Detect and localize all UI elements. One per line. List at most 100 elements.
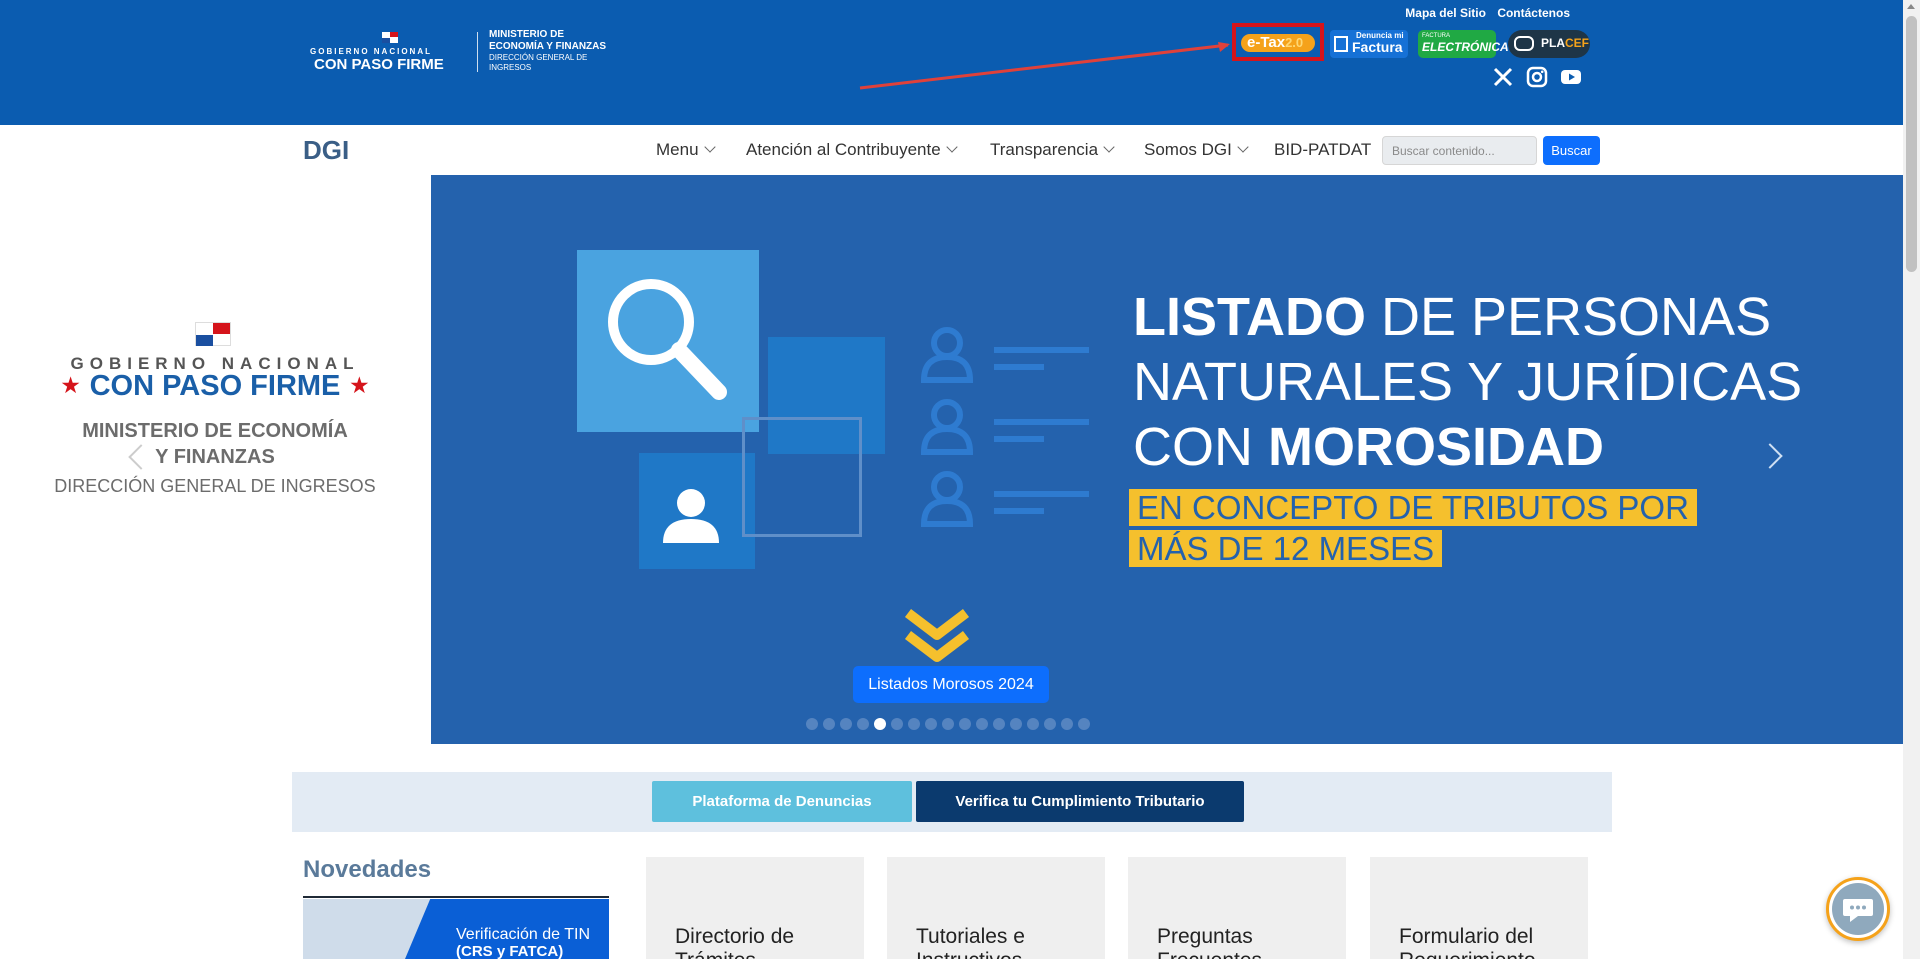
placef-label-b: CEF xyxy=(1565,36,1589,50)
nav-item-transparencia[interactable]: Transparencia xyxy=(990,140,1115,160)
listados-morosos-button[interactable]: Listados Morosos 2024 xyxy=(853,666,1049,703)
chevron-down-icon xyxy=(703,141,716,153)
youtube-icon[interactable] xyxy=(1560,66,1582,88)
carousel-dot[interactable] xyxy=(908,717,920,730)
hero-title-part-1: DE PERSONAS xyxy=(1365,287,1772,347)
carousel-dot[interactable] xyxy=(1010,717,1022,730)
nav-item-somos-dgi[interactable]: Somos DGI xyxy=(1144,140,1249,160)
carousel-dot[interactable] xyxy=(959,717,971,730)
hero-subtitle-line-1: EN CONCEPTO DE TRIBUTOS POR xyxy=(1129,489,1697,526)
double-chevron-down-icon xyxy=(904,609,970,662)
ministry-line-3: DIRECCIÓN GENERAL DE xyxy=(489,53,588,62)
etax-label: e-Tax xyxy=(1247,34,1286,51)
x-icon[interactable] xyxy=(1492,66,1514,88)
nav-item-somos-dgi-label: Somos DGI xyxy=(1144,140,1232,159)
chat-bubble-icon xyxy=(1832,883,1884,935)
hero-title: LISTADO DE PERSONAS NATURALES Y JURÍDICA… xyxy=(1133,285,1893,480)
scrollbar-thumb[interactable] xyxy=(1906,16,1917,272)
carousel-dot[interactable] xyxy=(857,717,869,730)
card-directorio[interactable]: Directorio de Trámites xyxy=(646,857,864,959)
ministry-line-4: INGRESOS xyxy=(489,63,532,72)
panama-flag-icon xyxy=(195,322,231,346)
scroll-up-icon[interactable] xyxy=(1907,4,1915,9)
panama-flag-icon xyxy=(382,32,398,43)
nav-item-menu-label: Menu xyxy=(656,140,699,159)
side-ministry-line-2: Y FINANZAS xyxy=(155,446,275,468)
people-list-icon xyxy=(920,327,1089,527)
action-band: Plataforma de Denuncias Verifica tu Cump… xyxy=(292,772,1612,832)
brand-logo[interactable]: DGI xyxy=(303,135,349,166)
placef-link[interactable]: PLACEF xyxy=(1508,30,1590,58)
carousel-indicators xyxy=(806,715,1095,730)
chevron-down-icon xyxy=(1237,141,1249,153)
chat-button[interactable] xyxy=(1826,877,1890,941)
verifica-cumplimiento-button[interactable]: Verifica tu Cumplimiento Tributario xyxy=(916,781,1244,822)
side-logo-ministry: MINISTERIO DE ECONOMÍA Y FINANZAS xyxy=(30,418,400,470)
logo-divider xyxy=(477,32,478,72)
card-preguntas-label: Preguntas Frecuentes xyxy=(1157,925,1262,959)
carousel-dot[interactable] xyxy=(942,717,954,730)
hero-title-bold-3: MOROSIDAD xyxy=(1268,417,1604,477)
nav-item-menu[interactable]: Menu xyxy=(656,140,716,160)
hero-title-bold-1: LISTADO xyxy=(1133,287,1366,347)
card-preguntas[interactable]: Preguntas Frecuentes xyxy=(1128,857,1346,959)
carousel-dot[interactable] xyxy=(891,717,903,730)
annotation-arrow xyxy=(859,42,1230,90)
government-logo[interactable]: GOBIERNO NACIONAL CON PASO FIRME MINISTE… xyxy=(308,28,618,78)
page-scrollbar[interactable] xyxy=(1903,0,1920,959)
factura-electronica-link[interactable]: FACTURA ELECTRÓNICA xyxy=(1418,30,1509,58)
side-government-logo: GOBIERNO NACIONAL ★ CON PASO FIRME ★ MINIS… xyxy=(30,318,400,508)
main-navbar: DGI Menu Atención al Contribuyente Trans… xyxy=(0,125,1903,175)
ministry-line-1: MINISTERIO DE xyxy=(489,29,565,40)
hero-carousel: LISTADO DE PERSONAS NATURALES Y JURÍDICA… xyxy=(431,175,1903,744)
top-header: GOBIERNO NACIONAL CON PASO FIRME MINISTE… xyxy=(0,0,1903,125)
star-icon: ★ xyxy=(61,375,80,397)
contact-link[interactable]: Contáctenos xyxy=(1497,6,1570,20)
carousel-dot[interactable] xyxy=(874,717,886,730)
document-icon xyxy=(1334,36,1348,52)
instagram-icon[interactable] xyxy=(1526,66,1548,88)
card-tutoriales[interactable]: Tutoriales e Instructivos xyxy=(887,857,1105,959)
fe-big-text: ELECTRÓNICA xyxy=(1422,40,1509,54)
banner-text-line-1: Verificación de TIN xyxy=(456,926,590,943)
banner-text-line-2: (CRS y FATCA) xyxy=(456,943,564,959)
search-input[interactable] xyxy=(1382,136,1537,165)
search-button[interactable]: Buscar xyxy=(1543,136,1600,165)
denuncia-factura-link[interactable]: Denuncia mi Factura xyxy=(1330,30,1408,58)
carousel-dot[interactable] xyxy=(806,717,818,730)
carousel-dot[interactable] xyxy=(976,717,988,730)
card-tutoriales-label: Tutoriales e Instructivos xyxy=(916,925,1025,959)
sitemap-link[interactable]: Mapa del Sitio xyxy=(1405,6,1486,20)
card-formulario-label: Formulario del Requerimiento xyxy=(1399,925,1536,959)
novedades-title: Novedades xyxy=(303,856,432,883)
fe-small-text: FACTURA xyxy=(1422,33,1451,39)
card-formulario[interactable]: Formulario del Requerimiento xyxy=(1370,857,1588,959)
carousel-dot[interactable] xyxy=(1044,717,1056,730)
carousel-dot[interactable] xyxy=(840,717,852,730)
carousel-dot[interactable] xyxy=(1027,717,1039,730)
placef-label-a: PLA xyxy=(1541,36,1565,50)
nav-item-atencion[interactable]: Atención al Contribuyente xyxy=(746,140,958,160)
etax-logo: e-Tax2.0 xyxy=(1241,34,1315,52)
chevron-down-icon xyxy=(946,141,958,153)
carousel-dot[interactable] xyxy=(925,717,937,730)
placef-icon xyxy=(1514,36,1534,51)
side-logo-direction: DIRECCIÓN GENERAL DE INGRESOS xyxy=(54,476,376,496)
banner-text: Verificación de TIN (CRS y FATCA) xyxy=(456,926,590,959)
novedades-banner[interactable]: Verificación de TIN (CRS y FATCA) xyxy=(303,899,609,959)
carousel-dot[interactable] xyxy=(823,717,835,730)
etax-link[interactable]: e-Tax2.0 xyxy=(1232,23,1324,61)
carousel-dot[interactable] xyxy=(1078,717,1090,730)
carousel-dot[interactable] xyxy=(1061,717,1073,730)
hero-title-part-3: CON xyxy=(1133,417,1268,477)
logo-ministry-text: MINISTERIO DE ECONOMÍA Y FINANZAS DIRECC… xyxy=(489,29,606,73)
logo-gobierno-text: GOBIERNO NACIONAL xyxy=(310,47,432,56)
nav-item-bid-patdat[interactable]: BID-PATDAT xyxy=(1274,140,1371,160)
plataforma-denuncias-button[interactable]: Plataforma de Denuncias xyxy=(652,781,912,822)
nav-item-atencion-label: Atención al Contribuyente xyxy=(746,140,941,159)
ministry-line-2: ECONOMÍA Y FINANZAS xyxy=(489,41,607,52)
logo-paso-firme-text: CON PASO FIRME xyxy=(314,56,444,73)
star-icon: ★ xyxy=(350,375,369,397)
carousel-dot[interactable] xyxy=(993,717,1005,730)
placef-label: PLACEF xyxy=(1541,36,1589,50)
